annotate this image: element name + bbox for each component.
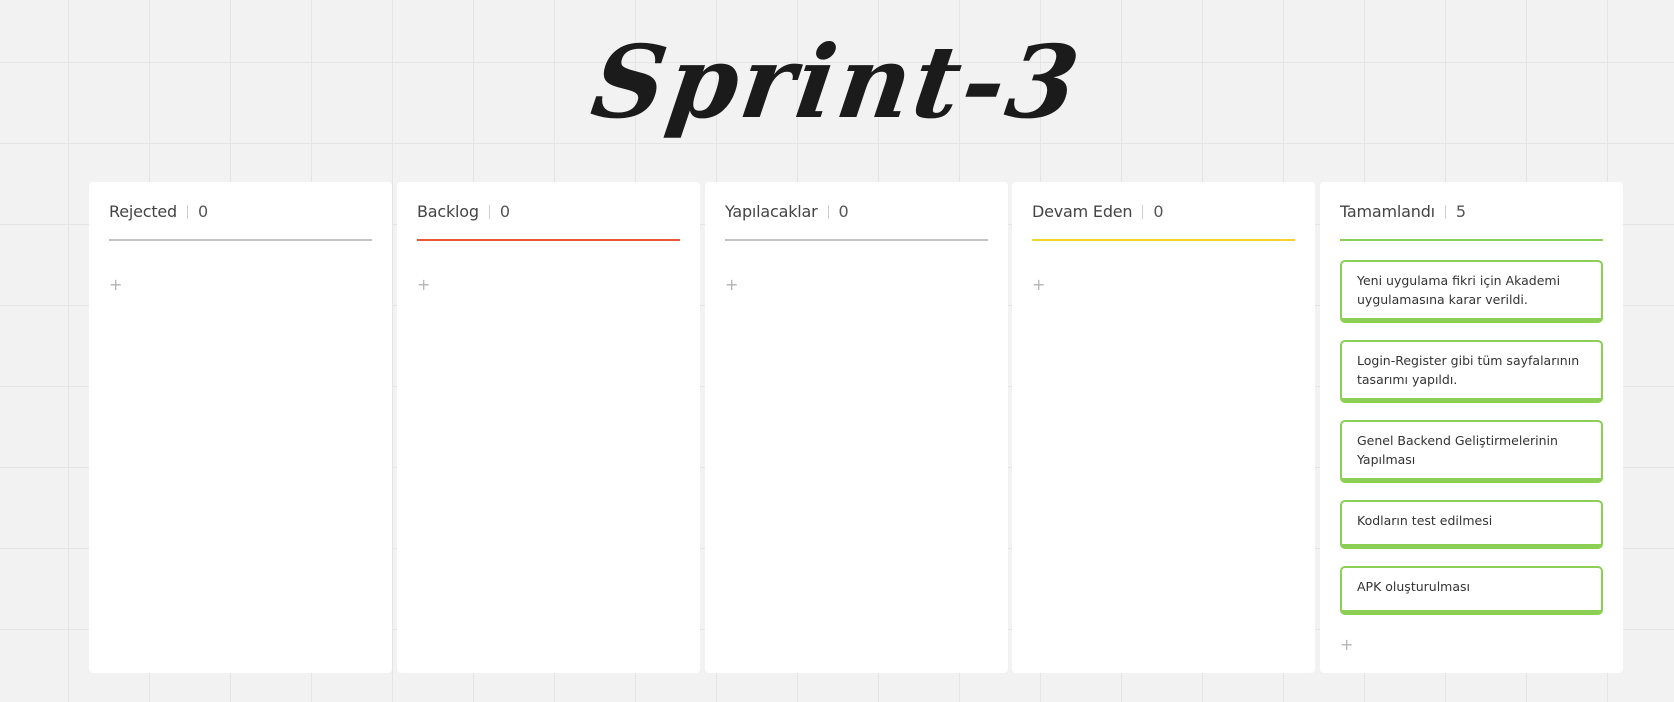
task-card[interactable]: Yeni uygulama fikri için Akademi uygulam… [1340, 260, 1603, 323]
add-card-button[interactable]: + [1030, 275, 1047, 295]
plus-icon: + [109, 275, 123, 294]
plus-icon: + [725, 275, 739, 294]
column-todo: Yapılacaklar 0 + [705, 182, 1008, 673]
column-header[interactable]: Devam Eden 0 [1032, 182, 1295, 241]
column-color-line [725, 239, 988, 241]
column-backlog: Backlog 0 + [397, 182, 700, 673]
column-title: Backlog [417, 202, 479, 221]
column-rejected: Rejected 0 + [89, 182, 392, 673]
column-header[interactable]: Backlog 0 [417, 182, 680, 241]
column-color-line [1032, 239, 1295, 241]
column-title: Yapılacaklar [725, 202, 818, 221]
column-count: 0 [838, 202, 849, 221]
column-title: Tamamlandı [1340, 202, 1435, 221]
card-text: APK oluşturulması [1357, 579, 1470, 594]
header-divider [488, 204, 490, 219]
task-card[interactable]: APK oluşturulması [1340, 566, 1603, 615]
header-divider [1142, 204, 1144, 219]
column-header[interactable]: Yapılacaklar 0 [725, 182, 988, 241]
board-title: Sprint-3 [585, 23, 1089, 141]
column-color-line [1340, 239, 1603, 241]
header-divider [827, 204, 829, 219]
kanban-board: Rejected 0 + Backlog 0 + Yapılacaklar 0 … [89, 182, 1623, 673]
column-in-progress: Devam Eden 0 + [1012, 182, 1315, 673]
task-card[interactable]: Login-Register gibi tüm sayfalarının tas… [1340, 340, 1603, 403]
task-card[interactable]: Kodların test edilmesi [1340, 500, 1603, 549]
task-card[interactable]: Genel Backend Geliştirmelerinin Yapılmas… [1340, 420, 1603, 483]
column-title: Rejected [109, 202, 178, 221]
column-count: 0 [499, 202, 511, 221]
column-done: Tamamlandı 5 Yeni uygulama fikri için Ak… [1320, 182, 1623, 673]
header-divider [187, 204, 189, 219]
column-count: 0 [1153, 202, 1164, 221]
plus-icon: + [1340, 635, 1354, 654]
card-list: Yeni uygulama fikri için Akademi uygulam… [1340, 260, 1603, 615]
column-count: 5 [1455, 202, 1467, 221]
column-color-line [109, 239, 372, 241]
add-card-button[interactable]: + [723, 275, 740, 295]
plus-icon: + [1032, 275, 1046, 294]
add-card-button[interactable]: + [415, 275, 432, 295]
column-count: 0 [198, 202, 209, 221]
column-title: Devam Eden [1032, 202, 1133, 221]
card-text: Kodların test edilmesi [1357, 513, 1493, 528]
card-text: Genel Backend Geliştirmelerinin Yapılmas… [1357, 433, 1558, 467]
card-text: Login-Register gibi tüm sayfalarının tas… [1357, 353, 1580, 387]
column-header[interactable]: Rejected 0 [109, 182, 372, 241]
card-text: Yeni uygulama fikri için Akademi uygulam… [1357, 273, 1561, 307]
add-card-button[interactable]: + [1338, 635, 1355, 655]
column-color-line [417, 239, 680, 241]
add-card-button[interactable]: + [107, 275, 124, 295]
plus-icon: + [417, 275, 431, 294]
column-header[interactable]: Tamamlandı 5 [1340, 182, 1603, 241]
header-divider [1444, 204, 1446, 219]
